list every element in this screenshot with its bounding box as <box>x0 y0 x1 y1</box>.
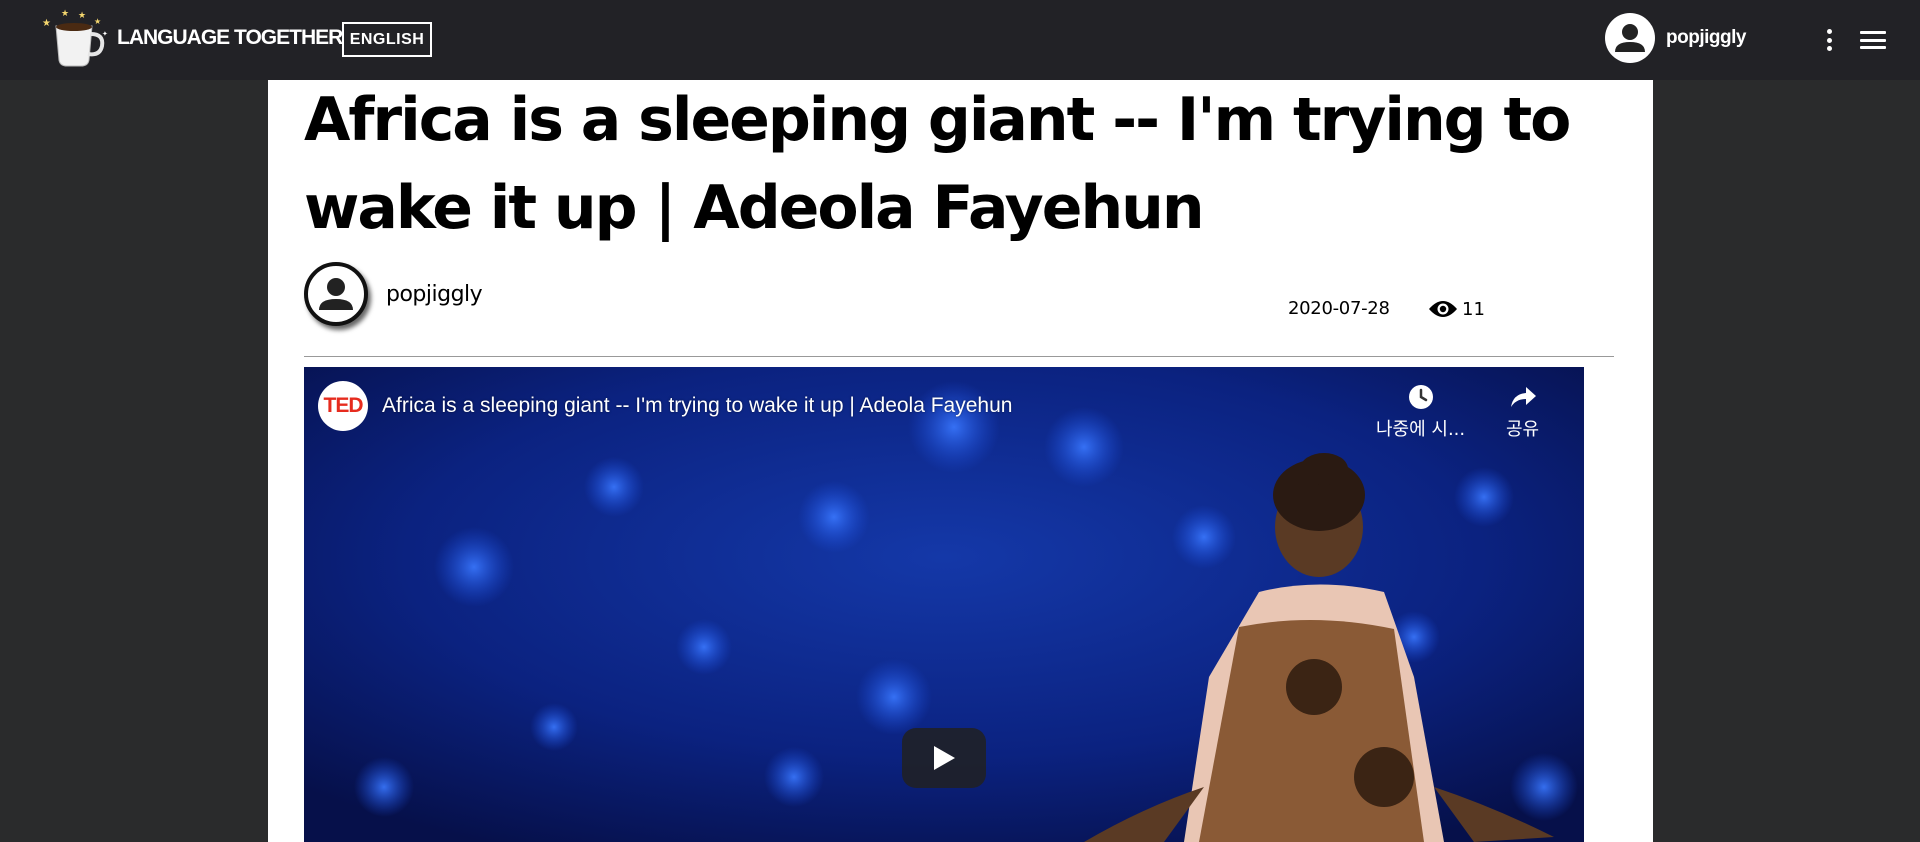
view-count-value: 11 <box>1462 298 1485 320</box>
coffee-cup-logo[interactable]: ★ ★ ★ ★ ✦ <box>34 4 116 76</box>
article-title: Africa is a sleeping giant -- I'm trying… <box>304 85 1571 243</box>
post-date: 2020-07-28 <box>1288 298 1390 319</box>
watch-later-button[interactable]: 나중에 시... <box>1376 383 1465 441</box>
svg-text:★: ★ <box>78 11 86 21</box>
eye-icon <box>1429 301 1457 317</box>
play-icon <box>934 746 955 770</box>
nav-username[interactable]: popjiggly <box>1666 27 1746 49</box>
svg-text:★: ★ <box>42 18 51 29</box>
share-button[interactable]: 공유 <box>1506 383 1539 441</box>
play-button[interactable] <box>902 728 986 788</box>
share-icon <box>1510 387 1536 407</box>
user-icon <box>1615 24 1645 52</box>
user-avatar[interactable] <box>1605 13 1655 63</box>
language-selector[interactable]: ENGLISH <box>342 22 432 57</box>
ted-channel-logo[interactable]: TED <box>318 381 368 431</box>
clock-icon <box>1408 385 1433 409</box>
coffee-cup-icon: ★ ★ ★ ★ ✦ <box>42 9 108 67</box>
author-name[interactable]: popjiggly <box>386 282 483 307</box>
more-options-icon[interactable] <box>1820 27 1838 53</box>
top-navigation-bar: ★ ★ ★ ★ ✦ LANGUAGE TOGETHER ENGLISH popj… <box>0 0 1920 80</box>
divider <box>304 356 1614 357</box>
svg-text:★: ★ <box>94 17 101 26</box>
menu-icon[interactable] <box>1860 29 1886 51</box>
svg-text:★: ★ <box>61 9 69 19</box>
watch-later-label: 나중에 시... <box>1376 419 1466 440</box>
video-player[interactable]: TED Africa is a sleeping giant -- I'm tr… <box>304 367 1584 842</box>
video-title[interactable]: Africa is a sleeping giant -- I'm trying… <box>382 394 1012 418</box>
author-avatar[interactable] <box>304 262 368 326</box>
user-icon <box>319 278 353 310</box>
view-count: 11 <box>1428 298 1485 320</box>
article-card: Africa is a sleeping giant -- I'm trying… <box>268 80 1653 842</box>
brand-name[interactable]: LANGUAGE TOGETHER <box>117 26 343 50</box>
share-label: 공유 <box>1506 419 1540 440</box>
svg-text:✦: ✦ <box>102 30 108 38</box>
